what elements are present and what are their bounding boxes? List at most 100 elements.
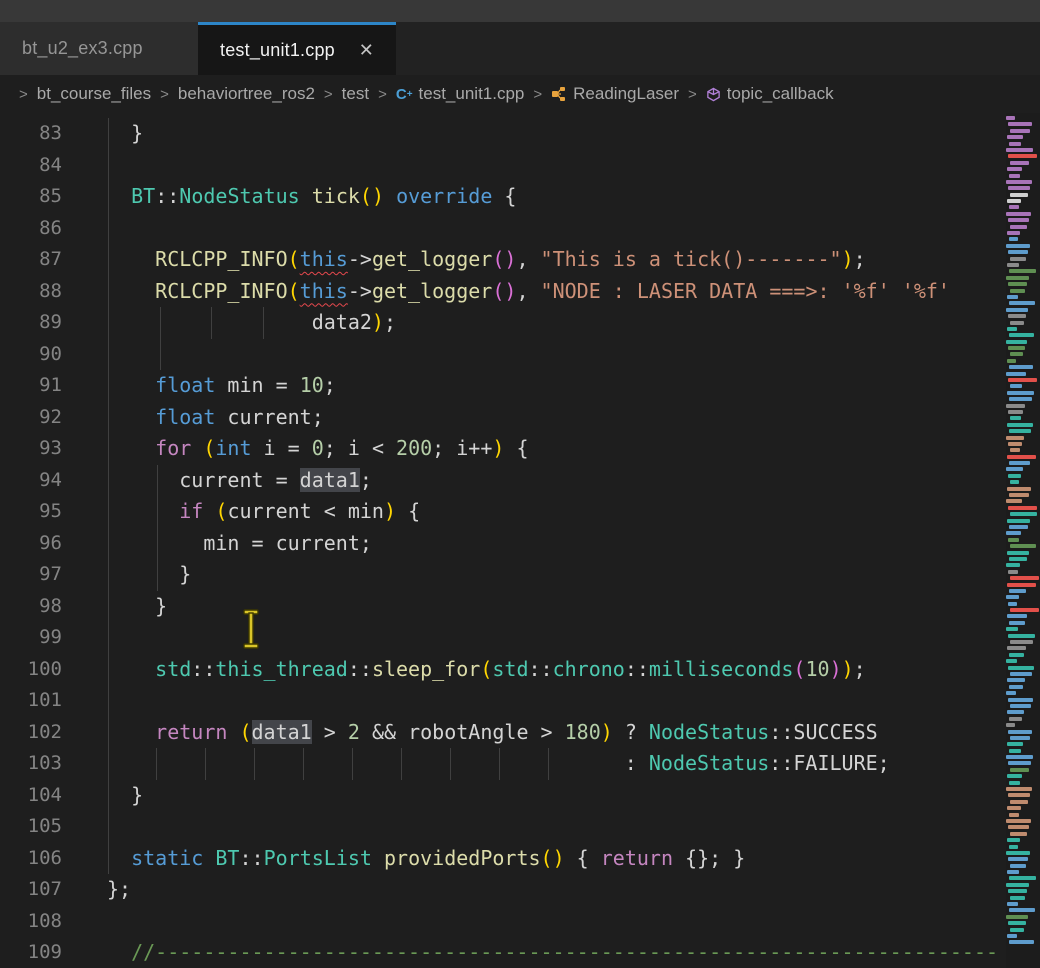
minimap-row — [1009, 749, 1021, 753]
code-line-100[interactable]: 100 std::this_thread::sleep_for(std::chr… — [0, 654, 1002, 686]
minimap-row — [1010, 416, 1021, 420]
code-editor[interactable]: 83 }8485 BT::NodeStatus tick() override … — [0, 113, 1040, 968]
code-line-85[interactable]: 85 BT::NodeStatus tick() override { — [0, 181, 1002, 213]
minimap-row — [1006, 915, 1028, 919]
minimap-row — [1007, 806, 1021, 810]
minimap-row — [1008, 730, 1032, 734]
minimap-row — [1010, 672, 1032, 676]
minimap-row — [1006, 595, 1019, 599]
close-icon[interactable]: ✕ — [359, 41, 374, 59]
minimap-row — [1006, 116, 1015, 120]
minimap-row — [1007, 199, 1021, 203]
minimap-row — [1008, 282, 1027, 286]
breadcrumb-item[interactable]: bt_course_files — [37, 84, 151, 104]
minimap-row — [1009, 589, 1026, 593]
code-line-104[interactable]: 104 } — [0, 780, 1002, 812]
minimap-row — [1008, 250, 1028, 254]
minimap-row — [1008, 889, 1027, 893]
code-line-90[interactable]: 90 — [0, 339, 1002, 371]
code-text: } — [107, 780, 143, 812]
minimap-row — [1010, 608, 1039, 612]
minimap-row — [1006, 244, 1030, 248]
code-line-87[interactable]: 87 RCLCPP_INFO(this->get_logger(), "This… — [0, 244, 1002, 276]
minimap-row — [1008, 538, 1019, 542]
code-line-88[interactable]: 88 RCLCPP_INFO(this->get_logger(), "NODE… — [0, 276, 1002, 308]
code-line-106[interactable]: 106 static BT::PortsList providedPorts()… — [0, 843, 1002, 875]
breadcrumb-item[interactable]: behaviortree_ros2 — [178, 84, 315, 104]
breadcrumb-label: test_unit1.cpp — [419, 84, 525, 104]
minimap-row — [1007, 423, 1033, 427]
minimap-row — [1007, 870, 1019, 874]
minimap-row — [1009, 269, 1036, 273]
indent-guide — [160, 339, 161, 371]
code-line-99[interactable]: 99 — [0, 622, 1002, 654]
minimap-row — [1007, 231, 1020, 235]
minimap-row — [1006, 755, 1033, 759]
code-line-108[interactable]: 108 — [0, 906, 1002, 938]
breadcrumb-item[interactable]: ReadingLaser — [551, 84, 679, 104]
code-line-83[interactable]: 83 } — [0, 118, 1002, 150]
code-line-98[interactable]: 98 } — [0, 591, 1002, 623]
code-line-107[interactable]: 107}; — [0, 874, 1002, 906]
minimap-row — [1008, 410, 1023, 414]
minimap[interactable] — [1006, 113, 1040, 968]
code-line-86[interactable]: 86 — [0, 213, 1002, 245]
code-line-105[interactable]: 105 — [0, 811, 1002, 843]
breadcrumb-item[interactable]: topic_callback — [706, 84, 834, 104]
line-number: 105 — [0, 811, 62, 843]
code-line-94[interactable]: 94 current = data1; — [0, 465, 1002, 497]
code-text: min = current; — [107, 528, 372, 560]
line-number: 96 — [0, 528, 62, 560]
code-line-97[interactable]: 97 } — [0, 559, 1002, 591]
minimap-row — [1008, 793, 1030, 797]
line-number: 99 — [0, 622, 62, 654]
minimap-row — [1009, 717, 1022, 721]
breadcrumb-label: ReadingLaser — [573, 84, 679, 104]
line-number: 87 — [0, 244, 62, 276]
minimap-row — [1009, 813, 1019, 817]
minimap-row — [1006, 883, 1029, 887]
code-area[interactable]: 83 }8485 BT::NodeStatus tick() override … — [0, 113, 1002, 968]
code-line-84[interactable]: 84 — [0, 150, 1002, 182]
minimap-row — [1010, 289, 1025, 293]
line-number: 86 — [0, 213, 62, 245]
code-text: static BT::PortsList providedPorts() { r… — [107, 843, 745, 875]
minimap-row — [1006, 308, 1028, 312]
minimap-row — [1009, 685, 1023, 689]
minimap-row — [1010, 129, 1030, 133]
minimap-row — [1008, 634, 1035, 638]
line-number: 98 — [0, 591, 62, 623]
chevron-right-icon: > — [324, 86, 333, 103]
minimap-row — [1008, 698, 1033, 702]
minimap-row — [1010, 864, 1026, 868]
tab-bt_u2_ex3[interactable]: bt_u2_ex3.cpp — [0, 22, 198, 75]
breadcrumb-item[interactable]: test — [342, 84, 369, 104]
code-line-109[interactable]: 109 //----------------------------------… — [0, 937, 1002, 968]
line-number: 90 — [0, 339, 62, 371]
code-text: current = data1; — [107, 465, 372, 497]
code-text: if (current < min) { — [107, 496, 420, 528]
minimap-row — [1007, 519, 1030, 523]
code-line-103[interactable]: 103 : NodeStatus::FAILURE; — [0, 748, 1002, 780]
code-line-89[interactable]: 89 data2); — [0, 307, 1002, 339]
code-line-93[interactable]: 93 for (int i = 0; i < 200; i++) { — [0, 433, 1002, 465]
indent-guide — [108, 213, 109, 245]
code-line-101[interactable]: 101 — [0, 685, 1002, 717]
minimap-row — [1009, 781, 1020, 785]
code-line-91[interactable]: 91 float min = 10; — [0, 370, 1002, 402]
class-symbol-icon — [551, 86, 567, 102]
minimap-row — [1010, 800, 1028, 804]
minimap-row — [1009, 876, 1036, 880]
tab-test_unit1[interactable]: test_unit1.cpp ✕ — [198, 22, 396, 75]
code-line-102[interactable]: 102 return (data1 > 2 && robotAngle > 18… — [0, 717, 1002, 749]
code-line-92[interactable]: 92 float current; — [0, 402, 1002, 434]
minimap-row — [1009, 301, 1035, 305]
breadcrumb-item[interactable]: C+test_unit1.cpp — [396, 84, 525, 104]
minimap-row — [1010, 736, 1030, 740]
minimap-row — [1008, 442, 1022, 446]
code-line-96[interactable]: 96 min = current; — [0, 528, 1002, 560]
code-line-95[interactable]: 95 if (current < min) { — [0, 496, 1002, 528]
minimap-row — [1009, 621, 1025, 625]
minimap-row — [1009, 653, 1024, 657]
minimap-row — [1007, 902, 1018, 906]
